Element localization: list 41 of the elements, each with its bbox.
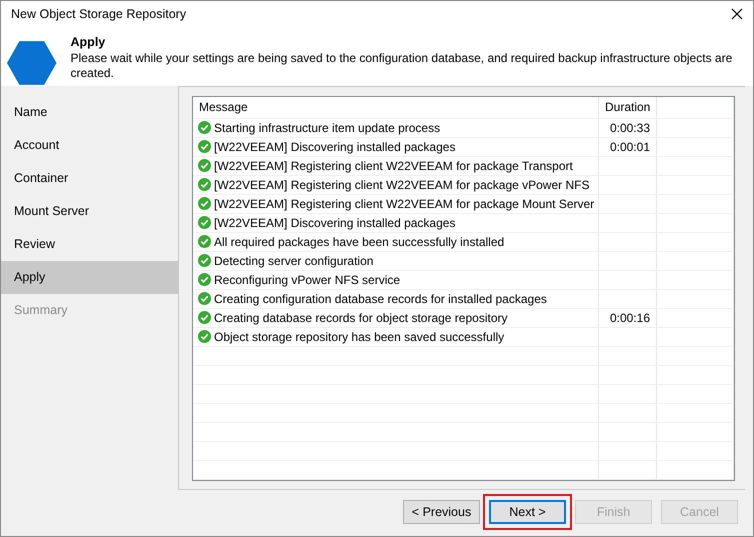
log-message: Starting infrastructure item update process — [214, 121, 440, 135]
window-title: New Object Storage Repository — [11, 6, 186, 23]
check-icon — [198, 121, 211, 134]
duration-text: 0:00:16 — [610, 311, 650, 325]
sidebar-item[interactable]: Apply — [1, 260, 178, 294]
log-message: Creating database records for object storage repository — [214, 311, 508, 325]
duration-text: 0:00:33 — [610, 121, 650, 135]
duration-text: 0:00:01 — [610, 140, 650, 154]
check-icon — [198, 178, 211, 191]
check-icon — [198, 311, 211, 324]
check-icon — [198, 273, 211, 286]
step-description: Please wait while your settings are being saved to the configuration database, and required backup infrastructure objects are created. — [70, 51, 734, 82]
check-icon — [198, 292, 211, 305]
close-icon[interactable] — [731, 8, 743, 20]
log-message: Creating configuration database records for installed packages — [214, 292, 547, 306]
sidebar-item[interactable]: Review — [1, 228, 178, 260]
log-message: All required packages have been successfully installed — [214, 235, 504, 249]
log-message: [W22VEEAM] Discovering installed packages — [214, 140, 456, 154]
wizard-button[interactable]: Next > — [489, 500, 566, 524]
sidebar-item[interactable]: Mount Server — [1, 194, 178, 228]
wizard-button[interactable]: < Previous — [403, 500, 480, 524]
column-header: Message — [193, 96, 598, 118]
check-icon — [198, 330, 211, 343]
check-icon — [198, 140, 211, 153]
check-icon — [198, 235, 211, 248]
check-icon — [198, 254, 211, 267]
log-message: Detecting server configuration — [214, 254, 374, 268]
log-message: [W22VEEAM] Registering client W22VEEAM for package vPower NFS — [214, 178, 590, 192]
column-header: Duration — [598, 96, 656, 118]
step-title: Apply — [70, 34, 106, 51]
sidebar-item[interactable]: Name — [1, 96, 178, 128]
check-icon — [198, 216, 211, 229]
log-message: [W22VEEAM] Registering client W22VEEAM for package Mount Server — [214, 197, 594, 211]
log-message: Reconfiguring vPower NFS service — [214, 273, 400, 287]
log-message: [W22VEEAM] Registering client W22VEEAM for package Transport — [214, 159, 573, 173]
sidebar-item[interactable]: Account — [1, 128, 178, 162]
check-icon — [198, 159, 211, 172]
log-message: Object storage repository has been saved successfully — [214, 330, 504, 344]
sidebar-item[interactable]: Container — [1, 162, 178, 194]
check-icon — [198, 197, 211, 210]
log-message: [W22VEEAM] Discovering installed packages — [214, 216, 456, 230]
